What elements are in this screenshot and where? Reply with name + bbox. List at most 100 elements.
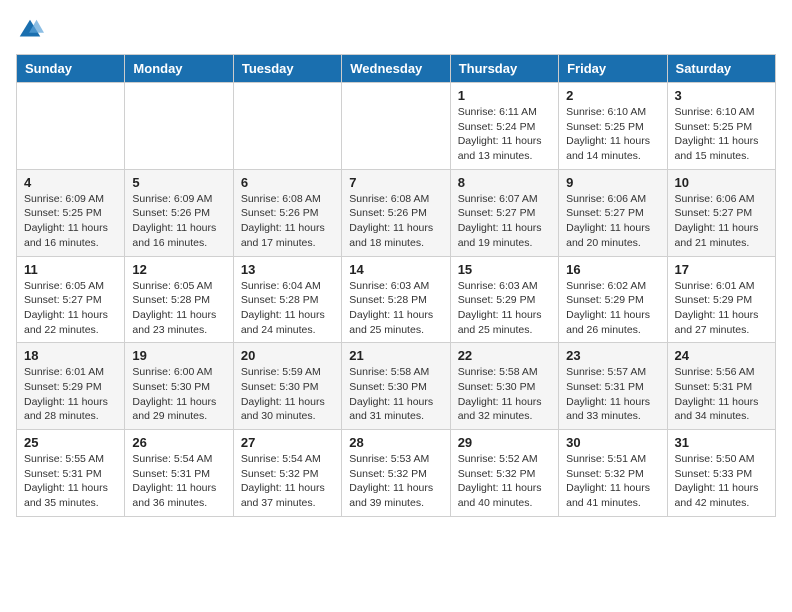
day-number: 31 — [675, 435, 768, 450]
day-detail: Sunrise: 5:57 AM Sunset: 5:31 PM Dayligh… — [566, 365, 659, 424]
day-detail: Sunrise: 6:08 AM Sunset: 5:26 PM Dayligh… — [241, 192, 334, 251]
day-detail: Sunrise: 6:01 AM Sunset: 5:29 PM Dayligh… — [675, 279, 768, 338]
calendar-cell: 26 Sunrise: 5:54 AM Sunset: 5:31 PM Dayli… — [125, 430, 233, 517]
calendar-header-sunday: Sunday — [17, 55, 125, 83]
day-detail: Sunrise: 6:05 AM Sunset: 5:27 PM Dayligh… — [24, 279, 117, 338]
calendar-cell: 24Sunrise: 5:56 AM Sunset: 5:31 PM Dayli… — [667, 343, 775, 430]
day-detail: Sunrise: 6:03 AM Sunset: 5:28 PM Dayligh… — [349, 279, 442, 338]
day-detail: Sunrise: 6:09 AM Sunset: 5:25 PM Dayligh… — [24, 192, 117, 251]
logo — [16, 16, 48, 44]
day-detail: Sunrise: 6:06 AM Sunset: 5:27 PM Dayligh… — [566, 192, 659, 251]
day-detail: Sunrise: 5:50 AM Sunset: 5:33 PM Dayligh… — [675, 452, 768, 511]
day-number: 30 — [566, 435, 659, 450]
calendar-cell: 16 Sunrise: 6:02 AM Sunset: 5:29 PM Dayli… — [559, 256, 667, 343]
day-number: 18 — [24, 348, 117, 363]
logo-icon — [16, 16, 44, 44]
day-number: 20 — [241, 348, 334, 363]
calendar-cell: 28 Sunrise: 5:53 AM Sunset: 5:32 PM Dayli… — [342, 430, 450, 517]
day-detail: Sunrise: 6:08 AM Sunset: 5:26 PM Dayligh… — [349, 192, 442, 251]
page-header — [16, 16, 776, 44]
day-number: 6 — [241, 175, 334, 190]
calendar-cell: 30 Sunrise: 5:51 AM Sunset: 5:32 PM Dayli… — [559, 430, 667, 517]
day-detail: Sunrise: 5:59 AM Sunset: 5:30 PM Dayligh… — [241, 365, 334, 424]
calendar-header-saturday: Saturday — [667, 55, 775, 83]
calendar-cell: 29 Sunrise: 5:52 AM Sunset: 5:32 PM Dayli… — [450, 430, 558, 517]
day-number: 27 — [241, 435, 334, 450]
calendar-cell: 18Sunrise: 6:01 AM Sunset: 5:29 PM Dayli… — [17, 343, 125, 430]
day-number: 11 — [24, 262, 117, 277]
calendar-cell: 14 Sunrise: 6:03 AM Sunset: 5:28 PM Dayli… — [342, 256, 450, 343]
day-number: 15 — [458, 262, 551, 277]
day-detail: Sunrise: 6:09 AM Sunset: 5:26 PM Dayligh… — [132, 192, 225, 251]
calendar-week-2: 11 Sunrise: 6:05 AM Sunset: 5:27 PM Dayli… — [17, 256, 776, 343]
calendar-cell: 11 Sunrise: 6:05 AM Sunset: 5:27 PM Dayli… — [17, 256, 125, 343]
calendar-header-thursday: Thursday — [450, 55, 558, 83]
calendar-cell: 13 Sunrise: 6:04 AM Sunset: 5:28 PM Dayli… — [233, 256, 341, 343]
day-number: 8 — [458, 175, 551, 190]
day-number: 4 — [24, 175, 117, 190]
day-number: 17 — [675, 262, 768, 277]
day-number: 2 — [566, 88, 659, 103]
day-number: 16 — [566, 262, 659, 277]
day-number: 19 — [132, 348, 225, 363]
calendar-cell: 25 Sunrise: 5:55 AM Sunset: 5:31 PM Dayli… — [17, 430, 125, 517]
calendar: SundayMondayTuesdayWednesdayThursdayFrid… — [16, 54, 776, 517]
day-detail: Sunrise: 6:10 AM Sunset: 5:25 PM Dayligh… — [675, 105, 768, 164]
day-number: 14 — [349, 262, 442, 277]
calendar-week-3: 18Sunrise: 6:01 AM Sunset: 5:29 PM Dayli… — [17, 343, 776, 430]
day-number: 13 — [241, 262, 334, 277]
day-number: 10 — [675, 175, 768, 190]
calendar-cell — [17, 83, 125, 170]
day-detail: Sunrise: 6:03 AM Sunset: 5:29 PM Dayligh… — [458, 279, 551, 338]
day-detail: Sunrise: 5:55 AM Sunset: 5:31 PM Dayligh… — [24, 452, 117, 511]
calendar-cell: 7 Sunrise: 6:08 AM Sunset: 5:26 PM Daylig… — [342, 169, 450, 256]
calendar-cell: 6 Sunrise: 6:08 AM Sunset: 5:26 PM Daylig… — [233, 169, 341, 256]
day-detail: Sunrise: 5:56 AM Sunset: 5:31 PM Dayligh… — [675, 365, 768, 424]
day-number: 1 — [458, 88, 551, 103]
day-detail: Sunrise: 5:53 AM Sunset: 5:32 PM Dayligh… — [349, 452, 442, 511]
day-number: 7 — [349, 175, 442, 190]
calendar-header-wednesday: Wednesday — [342, 55, 450, 83]
day-detail: Sunrise: 6:05 AM Sunset: 5:28 PM Dayligh… — [132, 279, 225, 338]
calendar-cell: 5 Sunrise: 6:09 AM Sunset: 5:26 PM Daylig… — [125, 169, 233, 256]
day-detail: Sunrise: 5:54 AM Sunset: 5:32 PM Dayligh… — [241, 452, 334, 511]
calendar-cell: 9 Sunrise: 6:06 AM Sunset: 5:27 PM Daylig… — [559, 169, 667, 256]
day-detail: Sunrise: 6:11 AM Sunset: 5:24 PM Dayligh… — [458, 105, 551, 164]
calendar-cell: 8Sunrise: 6:07 AM Sunset: 5:27 PM Daylig… — [450, 169, 558, 256]
day-detail: Sunrise: 5:52 AM Sunset: 5:32 PM Dayligh… — [458, 452, 551, 511]
calendar-week-1: 4 Sunrise: 6:09 AM Sunset: 5:25 PM Daylig… — [17, 169, 776, 256]
day-number: 22 — [458, 348, 551, 363]
day-detail: Sunrise: 6:02 AM Sunset: 5:29 PM Dayligh… — [566, 279, 659, 338]
day-number: 28 — [349, 435, 442, 450]
calendar-cell: 4 Sunrise: 6:09 AM Sunset: 5:25 PM Daylig… — [17, 169, 125, 256]
day-number: 9 — [566, 175, 659, 190]
calendar-cell: 20 Sunrise: 5:59 AM Sunset: 5:30 PM Dayli… — [233, 343, 341, 430]
calendar-cell: 23 Sunrise: 5:57 AM Sunset: 5:31 PM Dayli… — [559, 343, 667, 430]
calendar-header-row: SundayMondayTuesdayWednesdayThursdayFrid… — [17, 55, 776, 83]
calendar-cell: 3 Sunrise: 6:10 AM Sunset: 5:25 PM Daylig… — [667, 83, 775, 170]
calendar-cell: 19Sunrise: 6:00 AM Sunset: 5:30 PM Dayli… — [125, 343, 233, 430]
day-detail: Sunrise: 6:04 AM Sunset: 5:28 PM Dayligh… — [241, 279, 334, 338]
calendar-cell: 1 Sunrise: 6:11 AM Sunset: 5:24 PM Daylig… — [450, 83, 558, 170]
day-number: 25 — [24, 435, 117, 450]
day-number: 21 — [349, 348, 442, 363]
calendar-cell: 27 Sunrise: 5:54 AM Sunset: 5:32 PM Dayli… — [233, 430, 341, 517]
day-detail: Sunrise: 5:54 AM Sunset: 5:31 PM Dayligh… — [132, 452, 225, 511]
calendar-cell — [125, 83, 233, 170]
calendar-header-friday: Friday — [559, 55, 667, 83]
calendar-header-monday: Monday — [125, 55, 233, 83]
day-number: 29 — [458, 435, 551, 450]
calendar-cell: 17 Sunrise: 6:01 AM Sunset: 5:29 PM Dayli… — [667, 256, 775, 343]
calendar-cell: 15 Sunrise: 6:03 AM Sunset: 5:29 PM Dayli… — [450, 256, 558, 343]
day-detail: Sunrise: 6:06 AM Sunset: 5:27 PM Dayligh… — [675, 192, 768, 251]
calendar-week-4: 25 Sunrise: 5:55 AM Sunset: 5:31 PM Dayli… — [17, 430, 776, 517]
calendar-cell — [342, 83, 450, 170]
calendar-cell — [233, 83, 341, 170]
day-detail: Sunrise: 5:51 AM Sunset: 5:32 PM Dayligh… — [566, 452, 659, 511]
day-number: 3 — [675, 88, 768, 103]
calendar-cell: 2Sunrise: 6:10 AM Sunset: 5:25 PM Daylig… — [559, 83, 667, 170]
day-number: 5 — [132, 175, 225, 190]
day-number: 26 — [132, 435, 225, 450]
day-detail: Sunrise: 5:58 AM Sunset: 5:30 PM Dayligh… — [458, 365, 551, 424]
day-number: 23 — [566, 348, 659, 363]
